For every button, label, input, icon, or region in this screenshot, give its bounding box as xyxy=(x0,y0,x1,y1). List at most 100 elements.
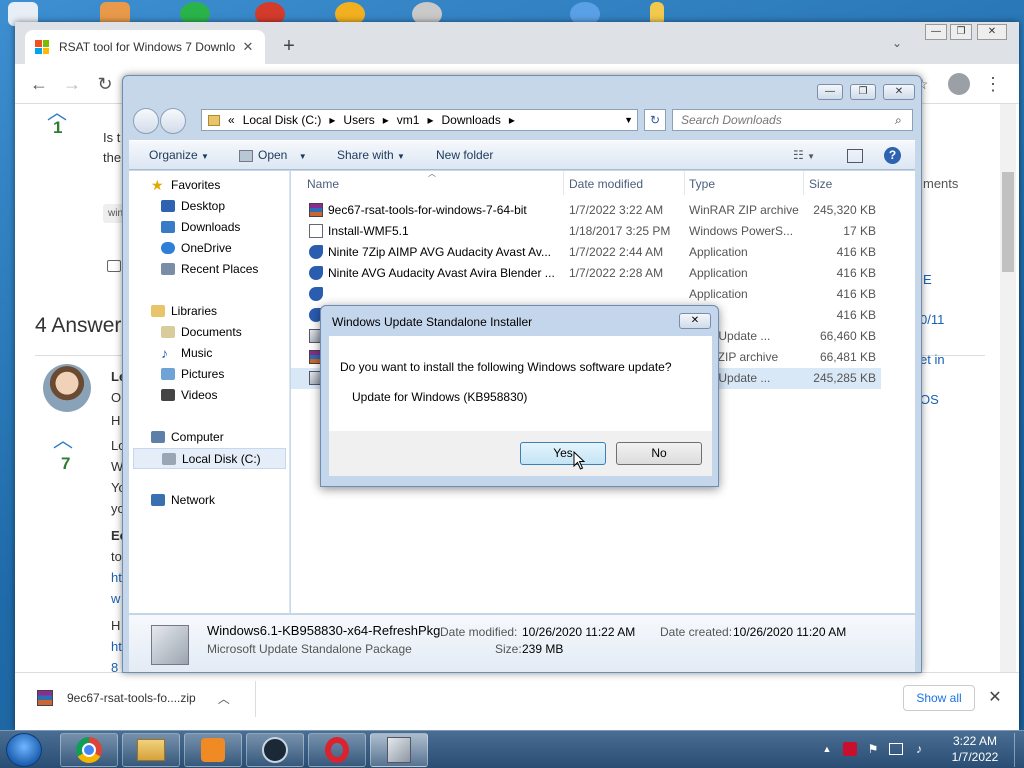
menu-dots-icon[interactable]: ⋮ xyxy=(981,72,1005,96)
show-desktop-button[interactable] xyxy=(1014,733,1024,767)
tab-close-icon[interactable]: ✕ xyxy=(241,39,255,55)
share-with-button[interactable]: Share with ▼ xyxy=(337,148,405,162)
file-row[interactable]: Application 416 KB xyxy=(291,284,881,305)
nav-computer[interactable]: Computer xyxy=(151,430,224,444)
taskbar-installer[interactable] xyxy=(370,733,428,767)
open-button[interactable]: Open ▼ xyxy=(239,148,307,162)
sidebar-link[interactable]: 0/11 xyxy=(920,312,944,327)
no-button[interactable]: No xyxy=(616,442,702,465)
forward-icon[interactable] xyxy=(160,108,186,134)
file-row[interactable]: Ninite AVG Audacity Avast Avira Blender … xyxy=(291,263,881,284)
nav-local-disk[interactable]: Local Disk (C:) xyxy=(133,448,286,469)
close-icon[interactable]: ✕ xyxy=(977,24,1007,40)
nav-documents[interactable]: Documents xyxy=(161,325,242,339)
new-tab-button[interactable]: + xyxy=(277,34,301,58)
rar-icon xyxy=(309,203,323,217)
nav-videos[interactable]: Videos xyxy=(161,388,217,402)
breadcrumb-separator-icon[interactable]: ▸ xyxy=(509,113,515,127)
column-header-size[interactable]: Size xyxy=(809,177,832,191)
file-row[interactable]: Install-WMF5.1 1/18/2017 3:25 PM Windows P… xyxy=(291,221,881,242)
close-icon[interactable]: ✕ xyxy=(883,84,915,100)
maximize-icon[interactable]: ❐ xyxy=(850,84,876,100)
volume-icon[interactable]: ♪ xyxy=(912,742,926,756)
taskbar-clock[interactable]: 3:22 AM 1/7/2022 xyxy=(940,733,1010,767)
column-header-date[interactable]: Date modified xyxy=(569,177,643,191)
browser-tab[interactable]: RSAT tool for Windows 7 Downlo ✕ xyxy=(25,30,265,64)
sidebar-link[interactable]: OS xyxy=(920,392,939,407)
maximize-icon[interactable]: ❐ xyxy=(950,24,972,40)
opera-icon xyxy=(325,737,349,763)
column-divider[interactable] xyxy=(563,171,564,195)
back-icon[interactable]: ← xyxy=(27,72,51,96)
breadcrumb-item[interactable]: vm1 xyxy=(397,113,420,127)
scrollbar-thumb[interactable] xyxy=(1002,172,1014,272)
taskbar-opera[interactable] xyxy=(308,733,366,767)
column-header-name[interactable]: Name xyxy=(307,177,339,191)
profile-avatar-icon[interactable] xyxy=(948,73,970,95)
breadcrumb-item[interactable]: Downloads xyxy=(441,113,500,127)
chevron-up-icon[interactable]: ︿ xyxy=(218,690,230,707)
taskbar-chrome[interactable] xyxy=(60,733,118,767)
avatar[interactable] xyxy=(43,364,91,412)
nav-downloads[interactable]: Downloads xyxy=(161,220,240,234)
view-options-icon[interactable]: ☷ ▼ xyxy=(793,148,815,162)
back-icon[interactable] xyxy=(133,108,159,134)
download-item[interactable]: 9ec67-rsat-tools-fo....zip ︿ xyxy=(37,685,247,711)
file-row[interactable]: Ninite 7Zip AIMP AVG Audacity Avast Av..… xyxy=(291,242,881,263)
tab-search-icon[interactable]: ⌄ xyxy=(887,36,907,56)
column-divider[interactable] xyxy=(803,171,804,195)
action-center-flag-icon[interactable]: ⚑ xyxy=(866,742,880,756)
nav-desktop[interactable]: Desktop xyxy=(161,199,225,213)
nav-recent-places[interactable]: Recent Places xyxy=(161,262,258,276)
forward-icon[interactable]: → xyxy=(60,72,84,96)
nav-favorites[interactable]: ★ Favorites xyxy=(151,178,220,192)
search-input[interactable]: Search Downloads xyxy=(672,109,913,131)
nav-music[interactable]: ♪ Music xyxy=(161,346,212,360)
breadcrumb-separator-icon[interactable]: ▸ xyxy=(427,113,433,127)
nav-network[interactable]: Network xyxy=(151,493,215,507)
upvote-arrow-icon[interactable]: ︿ xyxy=(53,424,73,453)
reload-icon[interactable]: ↻ xyxy=(93,72,117,96)
organize-button[interactable]: Organize ▼ xyxy=(149,148,209,162)
nav-pictures[interactable]: Pictures xyxy=(161,367,224,381)
sidebar-link[interactable]: E xyxy=(923,272,932,287)
address-dropdown-icon[interactable]: ▼ xyxy=(624,115,633,125)
answers-heading: 4 Answer xyxy=(35,314,122,337)
refresh-icon[interactable]: ↻ xyxy=(644,109,666,131)
file-size: 66,481 KB xyxy=(819,350,876,364)
breadcrumb-item[interactable]: Local Disk (C:) xyxy=(243,113,322,127)
start-button[interactable] xyxy=(6,733,42,767)
show-all-button[interactable]: Show all xyxy=(903,685,975,711)
yes-button[interactable]: Yes xyxy=(520,442,606,465)
help-icon[interactable]: ? xyxy=(884,147,901,164)
taskbar-media-player[interactable] xyxy=(184,733,242,767)
file-date: 1/18/2017 3:25 PM xyxy=(569,224,671,238)
minimize-icon[interactable]: — xyxy=(817,84,843,100)
command-bar: Organize ▼ Open ▼ Share with ▼ New folde… xyxy=(129,140,915,170)
nav-libraries[interactable]: Libraries xyxy=(151,304,217,318)
column-header-type[interactable]: Type xyxy=(689,177,715,191)
preview-pane-icon[interactable] xyxy=(847,149,863,163)
new-folder-button[interactable]: New folder xyxy=(436,148,493,162)
address-bar[interactable]: « Local Disk (C:) ▸ Users ▸ vm1 ▸ Downloads… xyxy=(201,109,638,131)
column-divider[interactable] xyxy=(684,171,685,195)
breadcrumb-item[interactable]: Users xyxy=(343,113,374,127)
breadcrumb-separator-icon[interactable]: ▸ xyxy=(383,113,389,127)
close-icon[interactable]: ✕ xyxy=(985,687,1005,707)
close-icon[interactable]: ✕ xyxy=(679,313,711,329)
minimize-icon[interactable]: — xyxy=(925,24,947,40)
comment-icon[interactable] xyxy=(107,260,121,272)
show-hidden-icons-icon[interactable]: ▲ xyxy=(820,742,834,756)
search-icon[interactable]: ⌕ xyxy=(895,113,902,128)
taskbar-steam[interactable] xyxy=(246,733,304,767)
address-row: « Local Disk (C:) ▸ Users ▸ vm1 ▸ Downloads… xyxy=(129,106,919,136)
file-row[interactable]: 9ec67-rsat-tools-for-windows-7-64-bit 1/7… xyxy=(291,200,881,221)
antivirus-tray-icon[interactable] xyxy=(843,742,857,756)
breadcrumb-overflow[interactable]: « xyxy=(228,113,235,127)
network-tray-icon[interactable] xyxy=(889,743,903,755)
taskbar-explorer[interactable] xyxy=(122,733,180,767)
breadcrumb-separator-icon[interactable]: ▸ xyxy=(329,113,335,127)
nav-onedrive[interactable]: OneDrive xyxy=(161,241,232,255)
sidebar-link[interactable]: et in xyxy=(920,352,945,367)
script-icon xyxy=(309,224,323,238)
